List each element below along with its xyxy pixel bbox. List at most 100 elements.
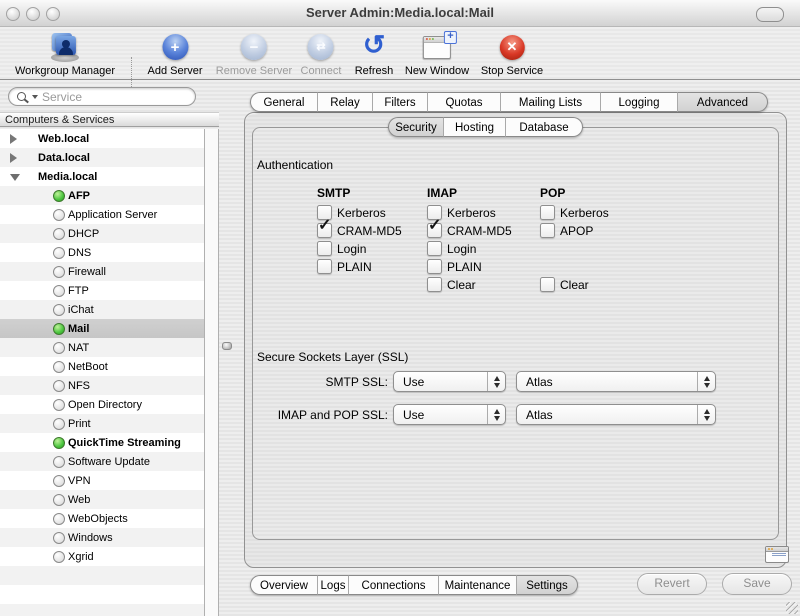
- checkbox-smtp-login[interactable]: Login: [317, 241, 366, 256]
- checkbox-unchecked-icon[interactable]: [540, 277, 555, 292]
- revert-button[interactable]: Revert: [637, 573, 707, 595]
- service-row-data-local[interactable]: Data.local: [0, 148, 204, 167]
- tab-quotas[interactable]: Quotas: [427, 92, 500, 112]
- status-stopped-icon: [53, 304, 65, 316]
- segment-connections[interactable]: Connections: [348, 575, 438, 595]
- tab-mailing-lists[interactable]: Mailing Lists: [500, 92, 600, 112]
- ssl-mode-popup-0[interactable]: Use: [393, 371, 506, 392]
- segment-maintenance[interactable]: Maintenance: [438, 575, 516, 595]
- status-stopped-icon: [53, 418, 65, 430]
- service-label: Print: [68, 418, 91, 430]
- subtab-database[interactable]: Database: [505, 117, 583, 137]
- checkbox-unchecked-icon[interactable]: [540, 223, 555, 238]
- new-window-icon: +: [423, 30, 451, 64]
- toolbar-add-server[interactable]: +Add Server: [147, 30, 202, 77]
- toolbar-refresh[interactable]: ↺Refresh: [355, 30, 394, 77]
- checkbox-smtp-cram-md5[interactable]: ✓CRAM-MD5: [317, 223, 402, 238]
- resize-grip[interactable]: [786, 602, 798, 614]
- popup-arrows-icon: [487, 405, 505, 424]
- search-menu-caret-icon[interactable]: [32, 95, 38, 99]
- service-row-print[interactable]: Print: [0, 414, 204, 433]
- checkbox-checked-icon[interactable]: ✓: [427, 223, 442, 238]
- service-row-vpn[interactable]: VPN: [0, 471, 204, 490]
- service-row-ftp[interactable]: FTP: [0, 281, 204, 300]
- disclosure-down-icon[interactable]: [10, 174, 20, 181]
- ssl-mode-popup-1[interactable]: Use: [393, 404, 506, 425]
- service-label: Open Directory: [68, 399, 142, 411]
- checkbox-unchecked-icon[interactable]: [317, 259, 332, 274]
- service-row-open-directory[interactable]: Open Directory: [0, 395, 204, 414]
- service-row-web-local[interactable]: Web.local: [0, 129, 204, 148]
- toolbar-remove-server: −Remove Server: [216, 30, 292, 77]
- service-row-afp[interactable]: AFP: [0, 186, 204, 205]
- subtab-security[interactable]: Security: [388, 117, 443, 137]
- checkbox-unchecked-icon[interactable]: [317, 241, 332, 256]
- checkbox-imap-plain[interactable]: PLAIN: [427, 259, 482, 274]
- toolbar-workgroup-manager[interactable]: Workgroup Manager: [15, 30, 115, 77]
- sidebar-search-zone: Service: [0, 80, 219, 112]
- info-drawer-icon[interactable]: [765, 546, 789, 563]
- service-label: Mail: [68, 323, 89, 335]
- ssl-section-title: Secure Sockets Layer (SSL): [257, 350, 408, 364]
- checkbox-smtp-plain[interactable]: PLAIN: [317, 259, 372, 274]
- checkbox-pop-clear[interactable]: Clear: [540, 277, 589, 292]
- checkbox-imap-cram-md5[interactable]: ✓CRAM-MD5: [427, 223, 512, 238]
- service-row-nat[interactable]: NAT: [0, 338, 204, 357]
- service-row-application-server[interactable]: Application Server: [0, 205, 204, 224]
- checkbox-imap-login[interactable]: Login: [427, 241, 476, 256]
- checkbox-pop-apop[interactable]: APOP: [540, 223, 593, 238]
- service-label: NFS: [68, 380, 90, 392]
- toolbar-toggle-pill[interactable]: [756, 7, 784, 22]
- checkbox-unchecked-icon[interactable]: [427, 259, 442, 274]
- service-row-mail[interactable]: Mail: [0, 319, 204, 338]
- service-label: Software Update: [68, 456, 150, 468]
- service-row-windows[interactable]: Windows: [0, 528, 204, 547]
- pane-splitter[interactable]: [219, 80, 233, 616]
- service-row-xgrid[interactable]: Xgrid: [0, 547, 204, 566]
- subtab-hosting[interactable]: Hosting: [443, 117, 505, 137]
- ssl-certificate-popup-0[interactable]: Atlas: [516, 371, 716, 392]
- checkbox-pop-kerberos[interactable]: Kerberos: [540, 205, 609, 220]
- toolbar-stop-service[interactable]: ✕Stop Service: [481, 30, 543, 77]
- checkbox-unchecked-icon[interactable]: [540, 205, 555, 220]
- disclosure-right-icon[interactable]: [10, 153, 17, 163]
- checkbox-imap-clear[interactable]: Clear: [427, 277, 476, 292]
- service-label: Firewall: [68, 266, 106, 278]
- service-row-firewall[interactable]: Firewall: [0, 262, 204, 281]
- service-label: WebObjects: [68, 513, 128, 525]
- tab-general[interactable]: General: [250, 92, 317, 112]
- status-stopped-icon: [53, 342, 65, 354]
- tab-relay[interactable]: Relay: [317, 92, 372, 112]
- segment-logs[interactable]: Logs: [317, 575, 348, 595]
- service-row-nfs[interactable]: NFS: [0, 376, 204, 395]
- save-button[interactable]: Save: [722, 573, 792, 595]
- service-row-ichat[interactable]: iChat: [0, 300, 204, 319]
- checkbox-checked-icon[interactable]: ✓: [317, 223, 332, 238]
- checkbox-label: Kerberos: [447, 206, 496, 220]
- segment-overview[interactable]: Overview: [250, 575, 317, 595]
- checkbox-unchecked-icon[interactable]: [427, 241, 442, 256]
- status-stopped-icon: [53, 475, 65, 487]
- splitter-dimple-icon: [222, 342, 232, 350]
- tab-logging[interactable]: Logging: [600, 92, 677, 112]
- toolbar-new-window[interactable]: +New Window: [405, 30, 469, 77]
- service-row-webobjects[interactable]: WebObjects: [0, 509, 204, 528]
- ssl-certificate-popup-1[interactable]: Atlas: [516, 404, 716, 425]
- sidebar-scrollbar[interactable]: [204, 129, 219, 616]
- service-row-dns[interactable]: DNS: [0, 243, 204, 262]
- service-row-dhcp[interactable]: DHCP: [0, 224, 204, 243]
- service-row-software-update[interactable]: Software Update: [0, 452, 204, 471]
- service-row-netboot[interactable]: NetBoot: [0, 357, 204, 376]
- service-row-quicktime-streaming[interactable]: QuickTime Streaming: [0, 433, 204, 452]
- disclosure-right-icon[interactable]: [10, 134, 17, 144]
- checkbox-label: PLAIN: [337, 260, 372, 274]
- service-row-web[interactable]: Web: [0, 490, 204, 509]
- service-row-media-local[interactable]: Media.local: [0, 167, 204, 186]
- popup-value: Use: [394, 408, 487, 422]
- search-input[interactable]: Service: [8, 87, 196, 106]
- tab-filters[interactable]: Filters: [372, 92, 427, 112]
- toolbar-label: Workgroup Manager: [15, 65, 115, 77]
- segment-settings[interactable]: Settings: [516, 575, 578, 595]
- checkbox-unchecked-icon[interactable]: [427, 277, 442, 292]
- tab-advanced[interactable]: Advanced: [677, 92, 768, 112]
